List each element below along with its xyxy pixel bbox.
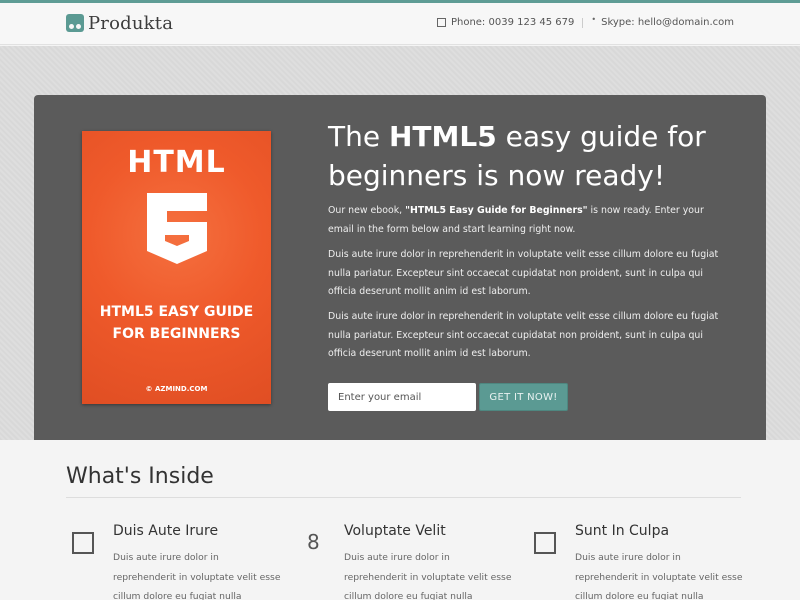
section-divider: [66, 497, 741, 498]
site-header: Produkta Phone: 0039 123 45 679 • Skype:…: [0, 3, 800, 45]
feature-title: Sunt In Culpa: [575, 523, 670, 539]
square-icon: [72, 532, 94, 554]
phone-text: Phone: 0039 123 45 679: [450, 17, 575, 28]
hero-intro-bold: "HTML5 Easy Guide for Beginners": [405, 205, 588, 216]
book-title-line1: HTML5 EASY GUIDE: [99, 304, 254, 320]
hero-panel: HTML HTML5 EASY GUIDE FOR BEGINNERS © AZ…: [34, 95, 766, 440]
section-title: What's Inside: [66, 464, 214, 489]
brand-name: Produkta: [88, 12, 174, 34]
get-it-now-button[interactable]: GET IT NOW!: [479, 383, 568, 411]
hero-intro: Our new ebook, "HTML5 Easy Guide for Beg…: [328, 202, 728, 239]
feature-text: Duis aute irure dolor in reprehenderit i…: [344, 552, 512, 600]
feature-item: Duis Aute Irure Duis aute irure dolor in…: [113, 522, 283, 600]
logo-icon: [66, 14, 84, 32]
book-html-label: HTML: [127, 145, 226, 180]
skype-icon: •: [591, 15, 597, 24]
phone-icon: [436, 18, 446, 27]
feature-item: Voluptate Velit Duis aute irure dolor in…: [344, 522, 514, 600]
feature-item: Sunt In Culpa Duis aute irure dolor in r…: [575, 522, 745, 600]
hero-title-bold: HTML5: [388, 120, 497, 153]
html5-shield-icon: [147, 193, 207, 264]
skype-text: Skype: hello@domain.com: [601, 17, 734, 28]
book-brand: © AZMIND.COM: [145, 385, 208, 393]
hero-title: The HTML5 easy guide for beginners is no…: [328, 117, 738, 195]
feature-title: Duis Aute Irure: [113, 523, 219, 539]
header-contacts: Phone: 0039 123 45 679 • Skype: hello@do…: [436, 15, 734, 28]
ebook-cover: HTML HTML5 EASY GUIDE FOR BEGINNERS © AZ…: [82, 131, 271, 404]
feature-text: Duis aute irure dolor in reprehenderit i…: [113, 552, 281, 600]
whats-inside-section: What's Inside Duis Aute Irure Duis aute …: [0, 440, 800, 600]
book-title-line2: FOR BEGINNERS: [112, 326, 241, 342]
feature-text: Duis aute irure dolor in reprehenderit i…: [575, 552, 743, 600]
hero-paragraph-1: Duis aute irure dolor in reprehenderit i…: [328, 249, 719, 297]
hero-paragraph-2: Duis aute irure dolor in reprehenderit i…: [328, 311, 719, 359]
email-input[interactable]: [328, 383, 476, 411]
book-title: HTML5 EASY GUIDE FOR BEGINNERS: [82, 301, 271, 345]
feature-title: Voluptate Velit: [344, 523, 446, 539]
hero-title-pre: The: [328, 120, 389, 153]
square-icon: [534, 532, 556, 554]
number-8-icon: 8: [307, 530, 320, 554]
brand-logo[interactable]: Produkta: [66, 11, 173, 35]
hero-intro-pre: Our new ebook,: [328, 205, 406, 216]
contact-separator: [582, 17, 584, 28]
